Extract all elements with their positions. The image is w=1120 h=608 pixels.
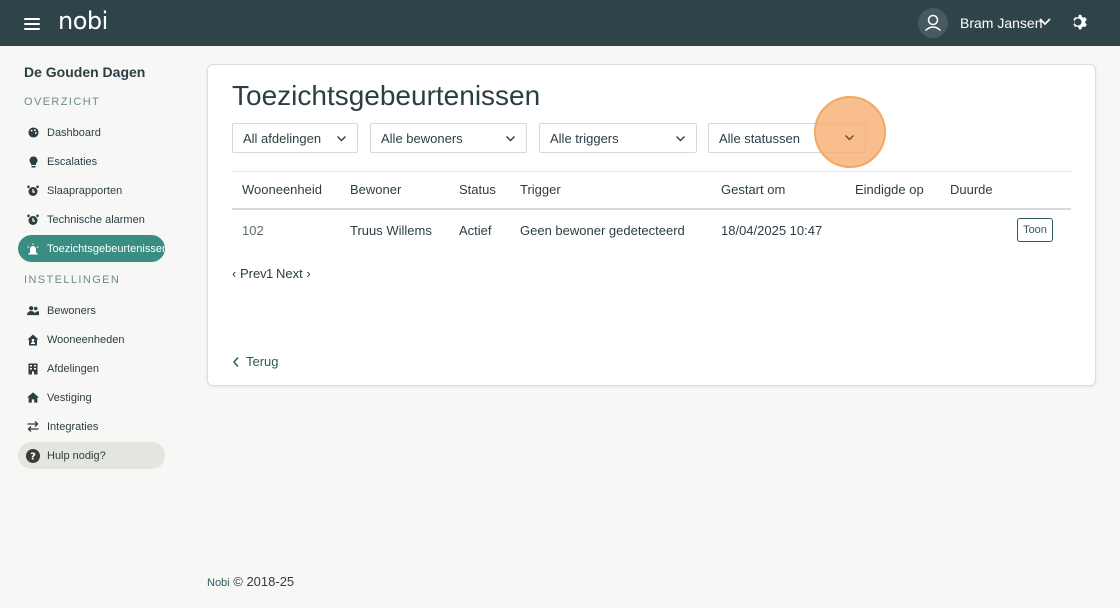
user-avatar-icon[interactable] <box>918 8 948 38</box>
column-header-unit: Wooneenheid <box>242 182 322 197</box>
chevron-down-icon <box>676 136 685 142</box>
cell-resident: Truus Willems <box>350 223 432 238</box>
section-label-settings: INSTELLINGEN <box>24 274 121 286</box>
chevron-down-icon <box>337 136 346 142</box>
sidebar-item-label: Escalaties <box>47 155 98 168</box>
show-event-button[interactable]: Toon <box>1017 218 1053 242</box>
sidebar-item-wooneenheden[interactable]: Wooneenheden <box>18 326 165 353</box>
sidebar-item-vestiging[interactable]: Vestiging <box>18 384 165 411</box>
svg-text:?: ? <box>30 451 36 462</box>
chevron-left-icon <box>232 356 239 367</box>
trigger-filter-select[interactable]: Alle triggers <box>539 123 697 153</box>
sidebar-item-technische-alarmen[interactable]: Technische alarmen <box>18 206 165 233</box>
sidebar-item-help[interactable]: ? Hulp nodig? <box>18 442 165 469</box>
sidebar-item-label: Dashboard <box>47 126 101 139</box>
column-header-trigger: Trigger <box>520 182 561 197</box>
footer: Nobi © 2018-25 <box>207 574 294 589</box>
column-header-duration: Duurde <box>950 182 993 197</box>
section-label-overview: OVERZICHT <box>24 96 101 108</box>
user-name[interactable]: Bram Jansen <box>960 15 1042 31</box>
sidebar-item-bewoners[interactable]: Bewoners <box>18 297 165 324</box>
page-title: Toezichtsgebeurtenissen <box>232 80 541 111</box>
sidebar-item-toezichtsgebeurtenissen[interactable]: Toezichtsgebeurtenissen <box>18 235 169 262</box>
siren-icon <box>27 243 39 255</box>
sidebar-item-integraties[interactable]: Integraties <box>18 413 165 440</box>
home-icon <box>27 392 39 404</box>
cell-unit: 102 <box>242 223 264 238</box>
events-card: Toezichtsgebeurtenissen All afdelingen A… <box>207 64 1096 386</box>
footer-brand[interactable]: Nobi <box>207 577 230 589</box>
column-header-resident: Bewoner <box>350 182 402 197</box>
chevron-down-icon <box>506 136 515 142</box>
column-header-started: Gestart om <box>721 182 786 197</box>
cell-trigger: Geen bewoner gedetecteerd <box>520 223 685 238</box>
gear-icon[interactable] <box>1070 12 1090 32</box>
back-link[interactable]: Terug <box>232 354 279 369</box>
house-user-icon <box>27 334 39 346</box>
lightbulb-icon <box>27 156 39 168</box>
sidebar-item-slaaprapporten[interactable]: Slaaprapporten <box>18 177 165 204</box>
building-icon <box>27 363 39 375</box>
palette-icon <box>27 127 39 139</box>
sidebar-item-label: Vestiging <box>47 391 92 404</box>
sidebar-item-label: Integraties <box>47 420 99 433</box>
column-header-status: Status <box>459 182 496 197</box>
resident-filter-select[interactable]: Alle bewoners <box>370 123 527 153</box>
users-icon <box>27 305 39 317</box>
pager-current-page: 1 <box>266 266 274 281</box>
department-filter-select[interactable]: All afdelingen <box>232 123 358 153</box>
arrows-exchange-icon <box>27 421 39 433</box>
select-value: All afdelingen <box>243 130 322 146</box>
footer-copyright: © 2018-25 <box>233 574 295 589</box>
column-header-ended: Eindigde op <box>855 182 924 197</box>
sidebar-item-label: Hulp nodig? <box>47 449 106 462</box>
pager-prev[interactable]: ‹ Prev <box>232 266 267 281</box>
sidebar-item-label: Bewoners <box>47 304 96 317</box>
organization-name: De Gouden Dagen <box>24 64 146 80</box>
cell-started: 18/04/2025 10:47 <box>721 223 823 238</box>
app-logo[interactable]: nobi <box>58 7 108 35</box>
question-circle-icon: ? <box>26 448 40 463</box>
sidebar-item-dashboard[interactable]: Dashboard <box>18 119 165 146</box>
back-link-label: Terug <box>246 354 279 369</box>
sidebar-item-label: Wooneenheden <box>47 333 125 346</box>
select-value: Alle bewoners <box>381 130 463 146</box>
chevron-down-icon[interactable] <box>844 132 855 143</box>
chevron-down-icon[interactable] <box>1038 15 1052 29</box>
pager-next[interactable]: Next › <box>276 266 311 281</box>
cell-status: Actief <box>459 223 492 238</box>
table-divider <box>232 171 1071 172</box>
table-header-divider <box>232 208 1071 210</box>
sidebar-item-label: Afdelingen <box>47 362 99 375</box>
sidebar-item-label: Slaaprapporten <box>47 184 123 197</box>
alarm-clock-icon <box>27 214 39 226</box>
sidebar-item-label: Toezichtsgebeurtenissen <box>47 242 169 255</box>
sidebar-item-afdelingen[interactable]: Afdelingen <box>18 355 165 382</box>
top-bar: nobi Bram Jansen <box>0 0 1120 46</box>
sidebar-item-label: Technische alarmen <box>47 213 145 226</box>
select-value: Alle statussen <box>719 130 800 146</box>
alarm-clock-icon <box>27 185 39 197</box>
select-value: Alle triggers <box>550 130 619 146</box>
sidebar-item-escalaties[interactable]: Escalaties <box>18 148 165 175</box>
hamburger-menu-icon[interactable] <box>24 15 40 31</box>
